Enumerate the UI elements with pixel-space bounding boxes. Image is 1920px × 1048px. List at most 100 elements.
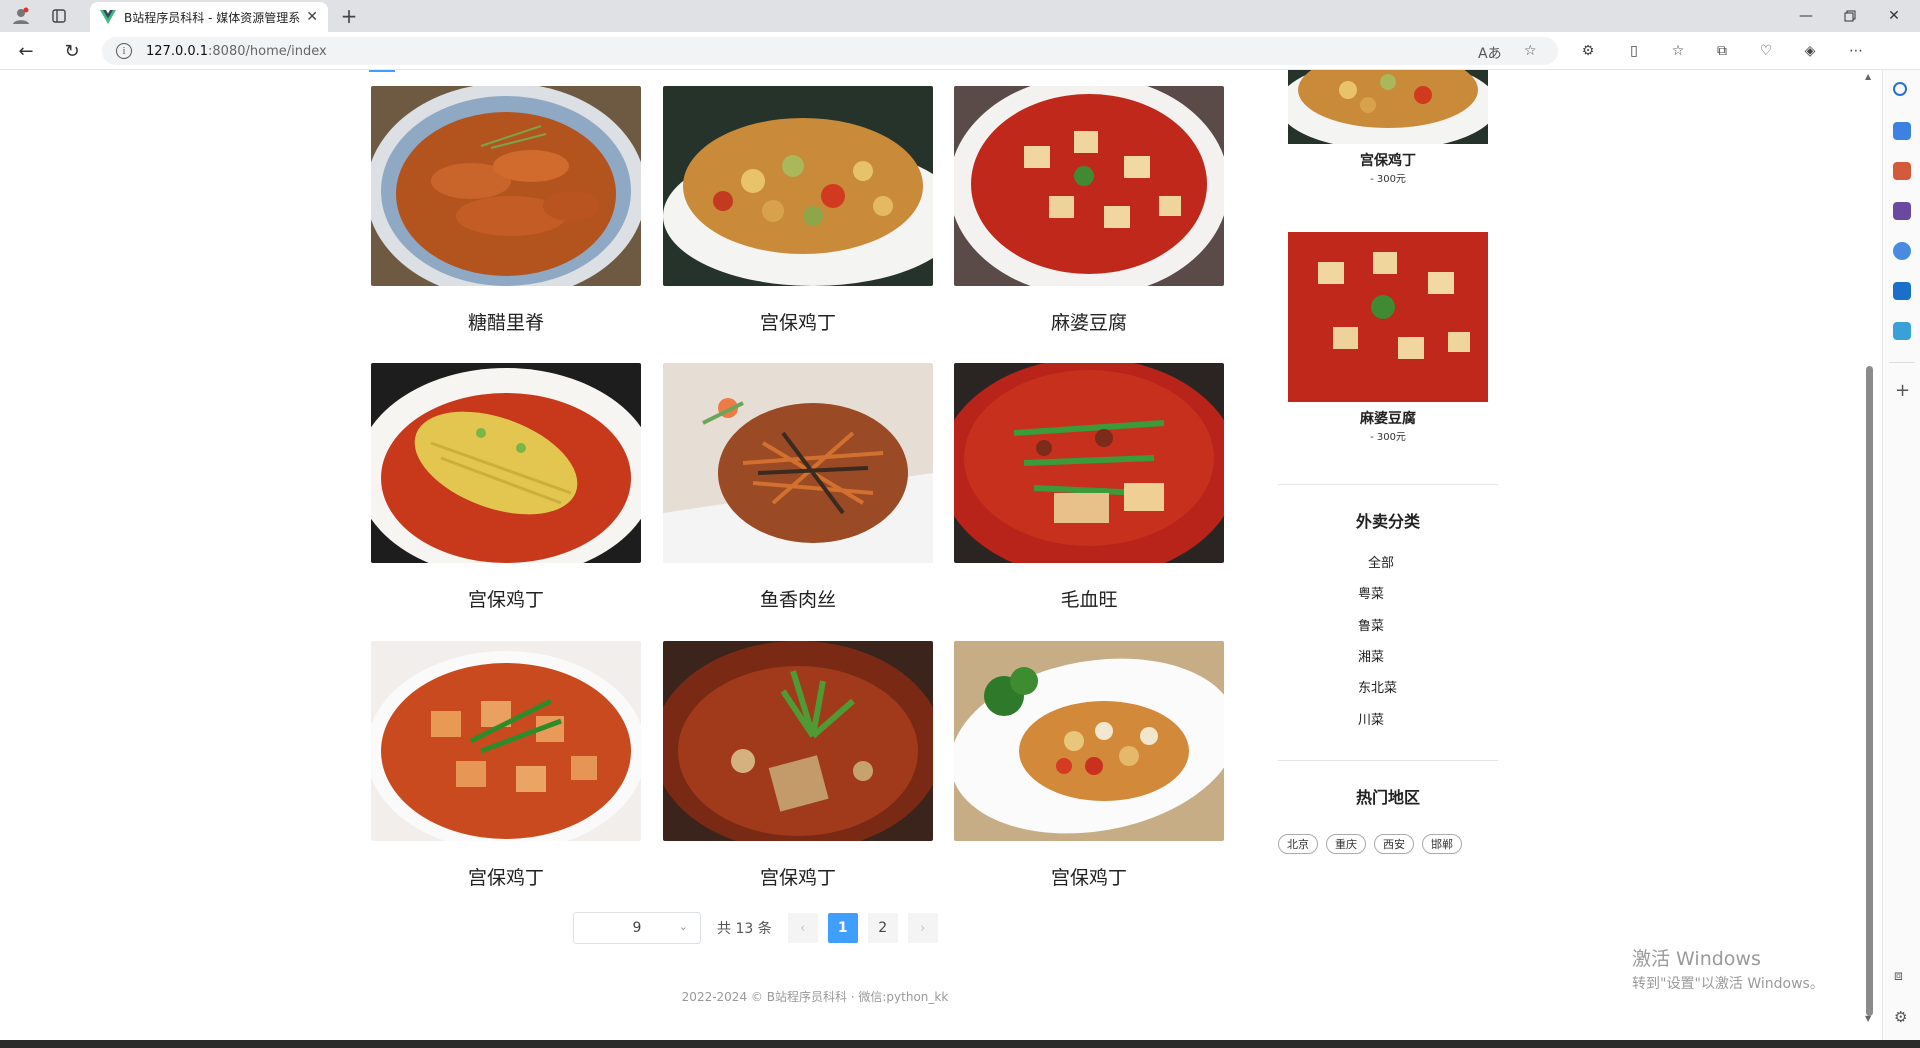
- extensions-icon[interactable]: ⚙: [1578, 41, 1598, 61]
- page-content: 糖醋里脊 宫保鸡丁 麻婆豆腐 宫保鸡丁 鱼香肉丝 毛血旺 宫保鸡丁 宫保鸡丁 宫…: [0, 70, 1862, 1042]
- close-window-icon[interactable]: ✕: [1872, 0, 1916, 32]
- dish-image-spicy-pot[interactable]: [663, 641, 933, 841]
- tab-actions-icon[interactable]: [46, 4, 72, 28]
- search-icon[interactable]: [1893, 82, 1907, 96]
- scroll-down-icon[interactable]: ▼: [1865, 1014, 1871, 1023]
- settings-gear-icon[interactable]: ⚙: [1894, 1008, 1907, 1026]
- featured-dish-name[interactable]: 麻婆豆腐: [1288, 408, 1488, 428]
- screenshot-icon[interactable]: ⧈: [1894, 968, 1903, 984]
- chevron-down-icon: ⌄: [678, 920, 688, 933]
- dish-image-chicken-chili-oil[interactable]: [371, 363, 641, 563]
- dish-name[interactable]: 宫保鸡丁: [371, 585, 641, 612]
- read-aloud-icon[interactable]: Aあ: [1478, 43, 1502, 63]
- page-size-value: 9: [632, 920, 642, 936]
- browser-essentials-icon[interactable]: ♡: [1756, 41, 1776, 61]
- sidebar-divider: [1278, 760, 1498, 761]
- prev-page-button[interactable]: ‹: [787, 913, 818, 943]
- page-button-1[interactable]: 1: [827, 913, 858, 943]
- favorites-icon[interactable]: ☆: [1668, 41, 1688, 61]
- outlook-icon[interactable]: [1893, 282, 1911, 300]
- tools-icon[interactable]: [1893, 162, 1911, 180]
- taskbar: [0, 1040, 1920, 1048]
- category-item-lu[interactable]: 鲁菜: [1358, 615, 1384, 634]
- dish-image-mapo-tofu[interactable]: [954, 86, 1224, 286]
- vue-logo-icon: [100, 10, 116, 24]
- category-item-dongbei[interactable]: 东北菜: [1358, 677, 1397, 696]
- page-scrollbar[interactable]: ▲ ▼: [1862, 70, 1876, 1030]
- dish-card[interactable]: 宫保鸡丁: [663, 641, 933, 890]
- dish-image-mapo-tofu-green[interactable]: [371, 641, 641, 841]
- category-heading: 外卖分类: [1355, 512, 1420, 531]
- address-bar: ← ↻ i 127.0.0.1:8080/home/index Aあ ☆ ⚙ ▯…: [0, 32, 1920, 70]
- dish-card[interactable]: 宫保鸡丁: [954, 641, 1224, 890]
- page-button-2[interactable]: 2: [867, 913, 898, 943]
- dish-card[interactable]: 宫保鸡丁: [371, 641, 641, 890]
- url-path: :8080/home/index: [208, 43, 327, 59]
- browser-tab-bar: B站程序员科科 - 媒体资源管理系 ✕ + — ✕: [0, 0, 1920, 32]
- watermark-subtitle: 转到"设置"以激活 Windows。: [1632, 976, 1824, 992]
- windows-activation-watermark: 激活 Windows 转到"设置"以激活 Windows。: [1632, 944, 1824, 993]
- site-info-icon[interactable]: i: [116, 43, 132, 59]
- restore-icon[interactable]: [1828, 0, 1872, 32]
- featured-dish[interactable]: 麻婆豆腐 - 300元: [1288, 232, 1488, 443]
- featured-dish[interactable]: 宫保鸡丁 - 300元: [1288, 70, 1488, 185]
- profile-icon[interactable]: [8, 4, 34, 28]
- dish-card[interactable]: 鱼香肉丝: [663, 363, 933, 612]
- microsoft365-icon[interactable]: [1893, 242, 1911, 260]
- featured-dish-image[interactable]: [1288, 232, 1488, 402]
- dish-card[interactable]: 麻婆豆腐: [954, 86, 1224, 335]
- region-tag-xian[interactable]: 西安: [1374, 834, 1414, 854]
- scroll-up-icon[interactable]: ▲: [1865, 72, 1871, 81]
- minimize-icon[interactable]: —: [1784, 0, 1828, 32]
- edge-sidebar-divider: [1889, 362, 1915, 363]
- page-size-select[interactable]: 9 ⌄: [573, 912, 701, 944]
- dish-image-sweet-sour-pork[interactable]: [371, 86, 641, 286]
- favorite-star-icon[interactable]: ☆: [1524, 43, 1537, 59]
- dish-image-fish-flavored-pork[interactable]: [663, 363, 933, 563]
- more-menu-icon[interactable]: ⋯: [1846, 41, 1866, 61]
- collections-icon[interactable]: ⧉: [1712, 41, 1732, 61]
- total-count: 共 13 条: [717, 921, 772, 937]
- tab-title: B站程序员科科 - 媒体资源管理系: [124, 10, 301, 25]
- refresh-icon[interactable]: ↻: [58, 38, 86, 64]
- send-icon[interactable]: [1893, 322, 1911, 340]
- featured-dish-name[interactable]: 宫保鸡丁: [1288, 150, 1488, 170]
- url-field[interactable]: i 127.0.0.1:8080/home/index Aあ ☆: [102, 37, 1558, 65]
- featured-dish-price: - 300元: [1370, 432, 1406, 443]
- category-item-all[interactable]: 全部: [1368, 552, 1394, 571]
- region-tag-chongqing[interactable]: 重庆: [1326, 834, 1366, 854]
- category-item-xiang[interactable]: 湘菜: [1358, 646, 1384, 665]
- add-icon[interactable]: +: [1895, 380, 1910, 401]
- scroll-thumb[interactable]: [1866, 366, 1873, 1016]
- dish-name[interactable]: 宫保鸡丁: [954, 863, 1224, 890]
- region-tag-handan[interactable]: 邯郸: [1422, 834, 1462, 854]
- dish-card[interactable]: 糖醋里脊: [371, 86, 641, 335]
- dish-name[interactable]: 毛血旺: [954, 585, 1224, 612]
- shopping-tag-icon[interactable]: [1893, 122, 1911, 140]
- dish-name[interactable]: 麻婆豆腐: [954, 308, 1224, 335]
- featured-dish-image[interactable]: [1288, 70, 1488, 144]
- next-page-button[interactable]: ›: [907, 913, 938, 943]
- back-icon[interactable]: ←: [12, 38, 40, 64]
- sidebar-divider: [1278, 484, 1498, 485]
- new-tab-icon[interactable]: +: [336, 4, 362, 28]
- dish-name[interactable]: 糖醋里脊: [371, 308, 641, 335]
- dish-name[interactable]: 宫保鸡丁: [663, 308, 933, 335]
- dish-card[interactable]: 毛血旺: [954, 363, 1224, 612]
- dish-image-kungpao-plate[interactable]: [954, 641, 1224, 841]
- dish-image-maoxuewang[interactable]: [954, 363, 1224, 563]
- region-tag-beijing[interactable]: 北京: [1278, 834, 1318, 854]
- dish-image-kungpao-chicken[interactable]: [663, 86, 933, 286]
- dish-name[interactable]: 宫保鸡丁: [663, 863, 933, 890]
- category-item-yue[interactable]: 粤菜: [1358, 583, 1384, 602]
- split-screen-icon[interactable]: ▯: [1624, 41, 1644, 61]
- tab-close-icon[interactable]: ✕: [306, 9, 318, 25]
- games-icon[interactable]: [1893, 202, 1911, 220]
- category-item-chuan[interactable]: 川菜: [1358, 709, 1384, 728]
- dish-name[interactable]: 宫保鸡丁: [371, 863, 641, 890]
- dish-card[interactable]: 宫保鸡丁: [663, 86, 933, 335]
- browser-tab-active[interactable]: B站程序员科科 - 媒体资源管理系 ✕: [90, 2, 328, 32]
- edge-copilot-icon[interactable]: ◈: [1800, 41, 1820, 61]
- dish-name[interactable]: 鱼香肉丝: [663, 585, 933, 612]
- dish-card[interactable]: 宫保鸡丁: [371, 363, 641, 612]
